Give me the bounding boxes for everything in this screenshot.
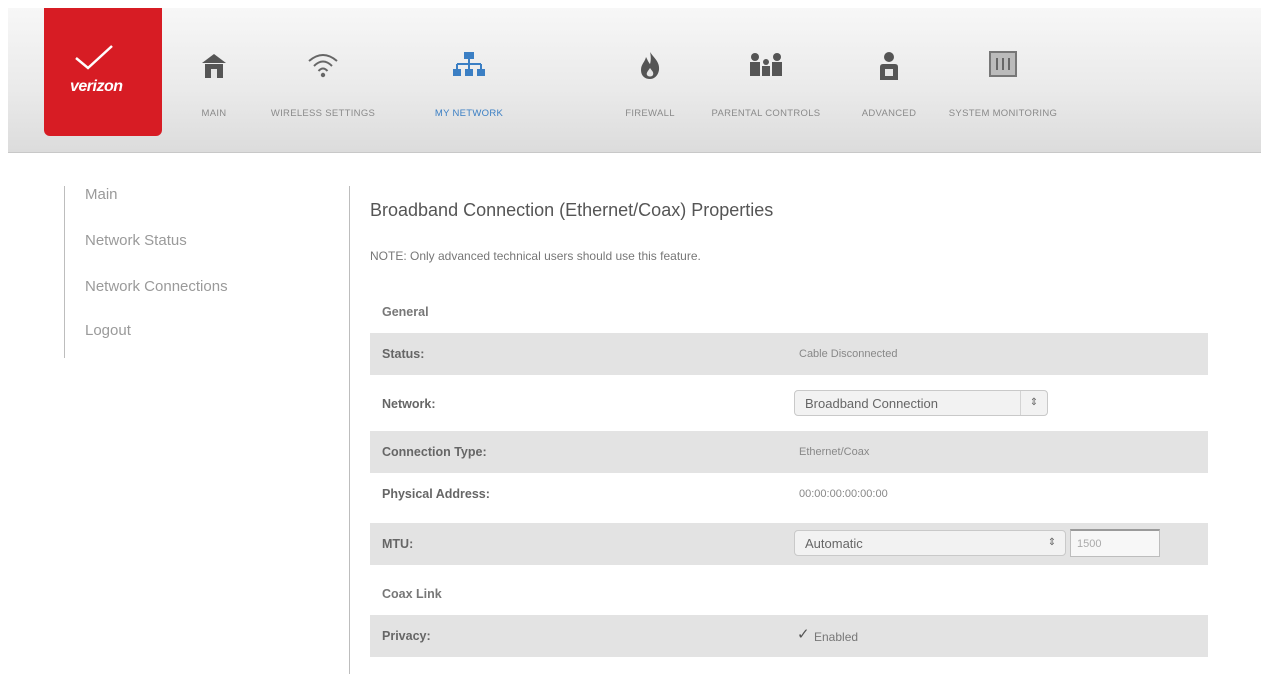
fire-icon bbox=[641, 52, 660, 79]
nav-advanced-label: ADVANCED bbox=[861, 108, 917, 119]
section-coax-link: Coax Link bbox=[370, 573, 1208, 615]
connection-type-row: Connection Type: Ethernet/Coax bbox=[370, 431, 1208, 473]
mtu-value-input[interactable] bbox=[1070, 529, 1160, 557]
nav-system-monitoring-label: SYSTEM MONITORING bbox=[948, 108, 1058, 119]
advanced-note: NOTE: Only advanced technical users shou… bbox=[370, 249, 701, 263]
privacy-row: Privacy: ✓ Enabled bbox=[370, 615, 1208, 657]
mtu-label: MTU: bbox=[382, 537, 414, 551]
network-select-value: Broadband Connection bbox=[805, 396, 938, 411]
page-title: Broadband Connection (Ethernet/Coax) Pro… bbox=[370, 200, 774, 220]
main-content: Broadband Connection (Ethernet/Coax) Pro… bbox=[349, 186, 1220, 674]
status-label: Status: bbox=[382, 347, 425, 361]
nav-firewall[interactable]: FIREWALL bbox=[612, 8, 688, 152]
connection-type-value: Ethernet/Coax bbox=[799, 446, 870, 458]
physical-address-row: Physical Address: 00:00:00:00:00:00 bbox=[370, 473, 1208, 515]
nav-system-monitoring[interactable]: SYSTEM MONITORING bbox=[938, 8, 1068, 152]
nav-firewall-label: FIREWALL bbox=[625, 108, 675, 119]
select-arrows-icon: ⇕ bbox=[1020, 391, 1047, 415]
sidebar-item-logout[interactable]: Logout bbox=[85, 322, 131, 339]
sidebar-item-main[interactable]: Main bbox=[85, 186, 118, 203]
network-icon bbox=[453, 52, 485, 76]
admin-icon bbox=[880, 52, 898, 80]
network-row: Network: Broadband Connection ⇕ bbox=[370, 383, 1208, 425]
nav-advanced[interactable]: ADVANCED bbox=[848, 8, 930, 152]
sidebar-item-network-connections[interactable]: Network Connections bbox=[85, 278, 228, 295]
status-row: Status: Cable Disconnected bbox=[370, 333, 1208, 375]
verizon-logo[interactable]: verizon bbox=[44, 8, 162, 136]
nav-parental-controls-label: PARENTAL CONTROLS bbox=[711, 108, 821, 119]
mtu-row: MTU: Automatic ⇕ bbox=[370, 523, 1208, 565]
logo-text: verizon bbox=[70, 78, 123, 95]
home-icon bbox=[202, 54, 226, 78]
nav-wireless-settings[interactable]: WIRELESS SETTINGS bbox=[252, 8, 394, 152]
section-general-heading: General bbox=[382, 305, 429, 319]
nav-main-label: MAIN bbox=[201, 108, 227, 119]
select-arrows-icon: ⇕ bbox=[1047, 537, 1057, 548]
cropped-top-text bbox=[0, 0, 1261, 8]
logo-check-icon bbox=[75, 45, 113, 70]
nav-my-network[interactable]: MY NETWORK bbox=[408, 8, 530, 152]
mtu-select[interactable]: Automatic ⇕ bbox=[794, 530, 1066, 556]
physical-address-label: Physical Address: bbox=[382, 487, 490, 501]
privacy-checkbox[interactable]: ✓ bbox=[797, 625, 810, 643]
family-icon bbox=[750, 53, 782, 76]
privacy-checkbox-label: Enabled bbox=[814, 630, 859, 644]
section-general: General bbox=[370, 291, 1208, 333]
sidebar-item-network-status[interactable]: Network Status bbox=[85, 232, 187, 249]
nav-main[interactable]: MAIN bbox=[186, 8, 242, 152]
connection-type-label: Connection Type: bbox=[382, 445, 487, 459]
privacy-label: Privacy: bbox=[382, 629, 431, 643]
nav-parental-controls[interactable]: PARENTAL CONTROLS bbox=[698, 8, 834, 152]
monitor-icon bbox=[989, 51, 1017, 77]
top-header: verizon MAIN WIRELESS SETTINGS MY NETWOR… bbox=[8, 8, 1261, 153]
network-label: Network: bbox=[382, 397, 436, 411]
sidebar: Main Network Status Network Connections … bbox=[64, 186, 285, 358]
mtu-select-value: Automatic bbox=[805, 536, 863, 551]
nav-wireless-settings-label: WIRELESS SETTINGS bbox=[270, 108, 376, 119]
physical-address-value: 00:00:00:00:00:00 bbox=[799, 488, 888, 500]
section-coax-link-heading: Coax Link bbox=[382, 587, 442, 601]
wifi-icon bbox=[308, 54, 338, 78]
nav-my-network-label: MY NETWORK bbox=[434, 108, 504, 119]
status-value: Cable Disconnected bbox=[799, 348, 898, 360]
network-select[interactable]: Broadband Connection ⇕ bbox=[794, 390, 1048, 416]
